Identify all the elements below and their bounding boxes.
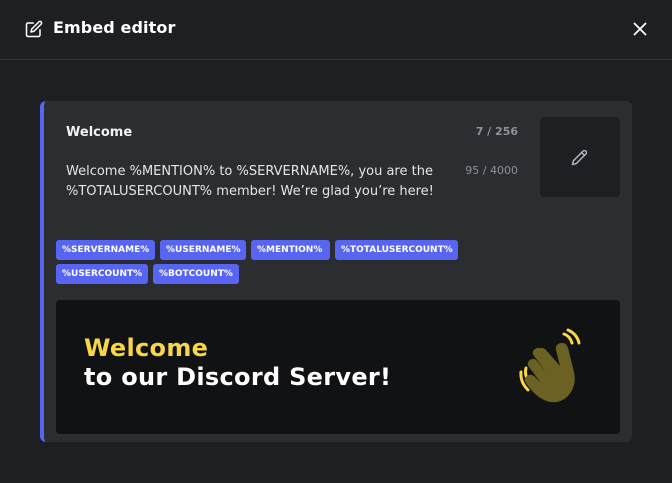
tag-servername[interactable]: %SERVERNAME% bbox=[56, 240, 155, 260]
embed-description[interactable]: Welcome %MENTION% to %SERVERNAME%, you a… bbox=[66, 162, 461, 202]
tag-usercount[interactable]: %USERCOUNT% bbox=[56, 264, 148, 284]
embed-description-char-count: 95 / 4000 bbox=[465, 164, 518, 177]
tag-mention[interactable]: %MENTION% bbox=[251, 240, 330, 260]
close-icon[interactable] bbox=[630, 19, 650, 39]
tag-botcount[interactable]: %BOTCOUNT% bbox=[153, 264, 239, 284]
embed-image-banner[interactable]: Welcome to our Discord Server! bbox=[56, 300, 620, 434]
tag-totalusercount[interactable]: %TOTALUSERCOUNT% bbox=[335, 240, 458, 260]
embed-title[interactable]: Welcome bbox=[66, 125, 132, 140]
waving-hand-icon bbox=[519, 328, 581, 403]
modal-header: Embed editor bbox=[0, 0, 672, 60]
banner-line1: Welcome bbox=[84, 334, 209, 362]
embed-title-char-count: 7 / 256 bbox=[475, 125, 518, 138]
embed-preview: Welcome 7 / 256 Welcome %MENTION% to %SE… bbox=[40, 101, 632, 442]
banner-line2: to our Discord Server! bbox=[84, 363, 392, 391]
thumbnail-edit-button[interactable] bbox=[540, 117, 620, 197]
tag-username[interactable]: %USERNAME% bbox=[160, 240, 246, 260]
modal-title: Embed editor bbox=[53, 18, 176, 37]
pencil-icon bbox=[571, 149, 588, 166]
embed-editor-modal: Embed editor Welcome 7 / 256 Welcome %ME… bbox=[0, 0, 672, 483]
edit-icon bbox=[25, 20, 43, 38]
